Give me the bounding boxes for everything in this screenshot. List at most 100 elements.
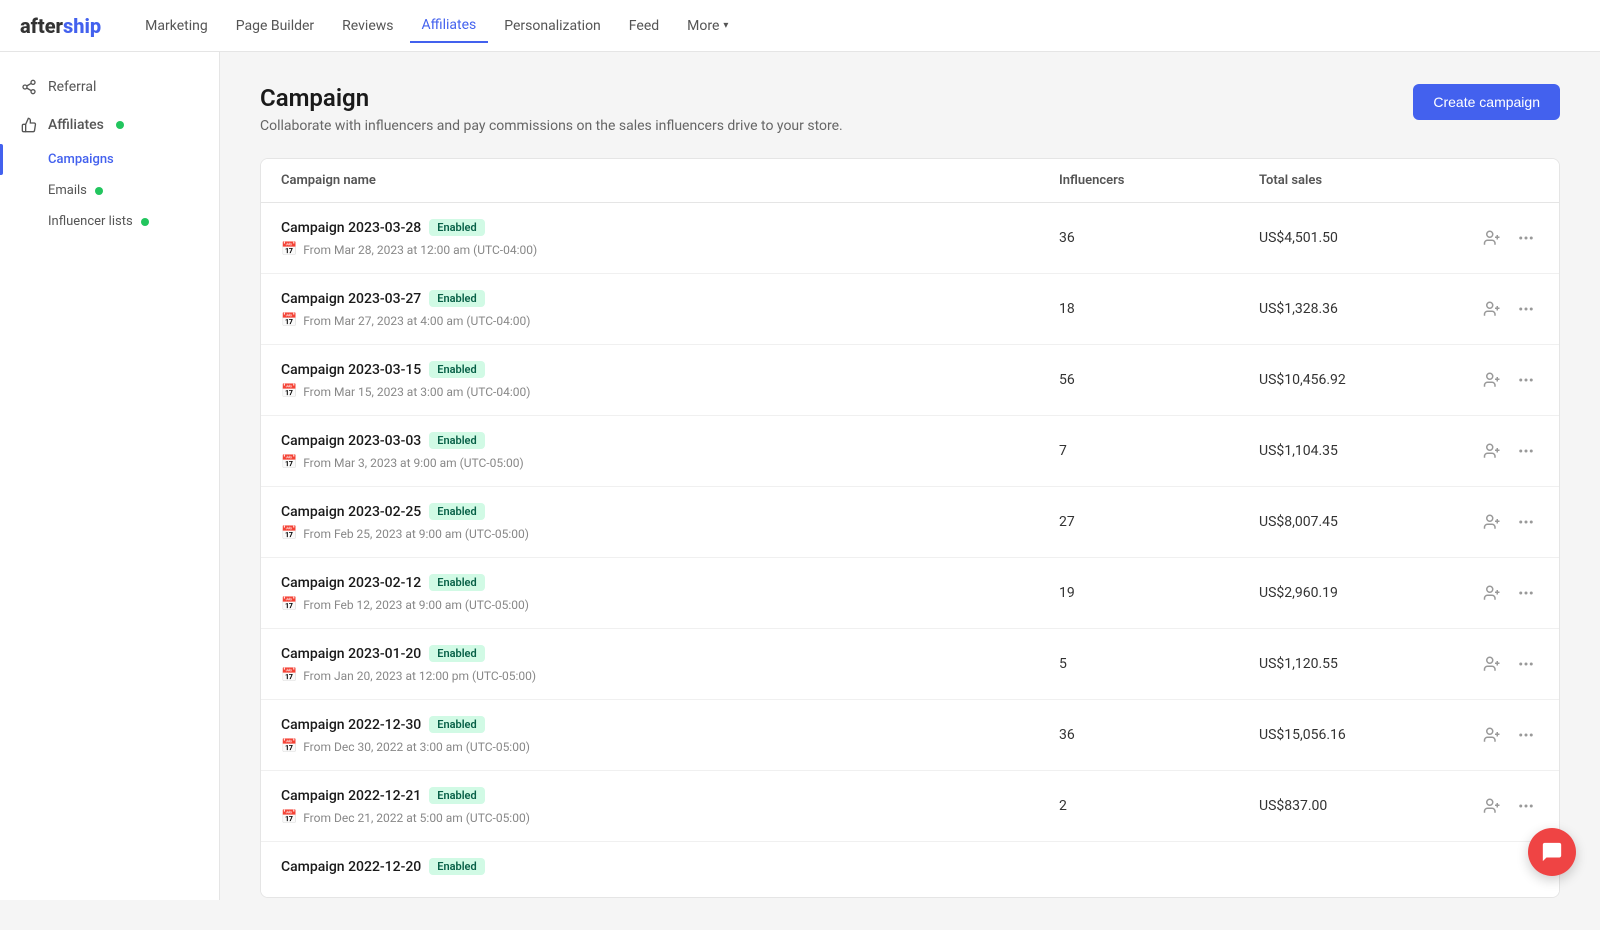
campaign-cell: Campaign 2023-03-15 Enabled 📅 From Mar 1… — [281, 361, 1059, 399]
campaign-cell: Campaign 2023-03-27 Enabled 📅 From Mar 2… — [281, 290, 1059, 328]
more-actions-button[interactable] — [1513, 438, 1539, 464]
more-dots-icon — [1517, 726, 1535, 744]
campaign-date: 📅 From Dec 30, 2022 at 3:00 am (UTC-05:0… — [281, 739, 1059, 754]
nav-affiliates[interactable]: Affiliates — [410, 9, 489, 43]
sidebar-item-affiliates[interactable]: Affiliates — [0, 106, 219, 144]
total-sales: US$4,501.50 — [1259, 230, 1459, 246]
sidebar: Referral Affiliates Campaigns Emails Inf… — [0, 52, 220, 900]
page-header: Campaign Collaborate with influencers an… — [260, 84, 1560, 134]
col-total-sales: Total sales — [1259, 173, 1459, 188]
calendar-icon: 📅 — [281, 313, 297, 328]
nav-feed[interactable]: Feed — [617, 10, 671, 42]
status-badge: Enabled — [429, 361, 484, 378]
add-influencer-button[interactable] — [1479, 509, 1505, 535]
calendar-icon: 📅 — [281, 597, 297, 612]
person-add-icon — [1483, 442, 1501, 460]
status-badge: Enabled — [429, 645, 484, 662]
sidebar-item-referral[interactable]: Referral — [0, 68, 219, 106]
row-actions — [1459, 580, 1539, 606]
total-sales: US$1,328.36 — [1259, 301, 1459, 317]
chat-bubble-button[interactable] — [1528, 828, 1576, 876]
add-influencer-button[interactable] — [1479, 438, 1505, 464]
nav-more[interactable]: More ▾ — [675, 10, 740, 42]
nav-reviews[interactable]: Reviews — [330, 10, 405, 42]
campaign-date: 📅 From Feb 12, 2023 at 9:00 am (UTC-05:0… — [281, 597, 1059, 612]
row-actions — [1459, 793, 1539, 819]
sidebar-subitems: Campaigns Emails Influencer lists — [0, 144, 219, 237]
more-dots-icon — [1517, 584, 1535, 602]
campaign-date: 📅 From Dec 21, 2022 at 5:00 am (UTC-05:0… — [281, 810, 1059, 825]
campaign-name: Campaign 2023-02-25 Enabled — [281, 503, 1059, 520]
more-actions-button[interactable] — [1513, 651, 1539, 677]
sidebar-item-campaigns[interactable]: Campaigns — [0, 144, 219, 175]
add-influencer-button[interactable] — [1479, 367, 1505, 393]
campaign-date: 📅 From Mar 27, 2023 at 4:00 am (UTC-04:0… — [281, 313, 1059, 328]
total-sales: US$1,120.55 — [1259, 656, 1459, 672]
influencers-count: 36 — [1059, 727, 1259, 743]
more-actions-button[interactable] — [1513, 580, 1539, 606]
influencer-lists-dot-badge — [141, 218, 149, 226]
person-add-icon — [1483, 726, 1501, 744]
add-influencer-button[interactable] — [1479, 296, 1505, 322]
more-actions-button[interactable] — [1513, 296, 1539, 322]
chat-icon — [1541, 841, 1563, 863]
share-icon — [20, 78, 38, 96]
add-influencer-button[interactable] — [1479, 225, 1505, 251]
person-add-icon — [1483, 797, 1501, 815]
more-actions-button[interactable] — [1513, 793, 1539, 819]
add-influencer-button[interactable] — [1479, 793, 1505, 819]
more-actions-button[interactable] — [1513, 722, 1539, 748]
nav-marketing[interactable]: Marketing — [133, 10, 220, 42]
more-dots-icon — [1517, 442, 1535, 460]
calendar-icon: 📅 — [281, 810, 297, 825]
sidebar-item-emails[interactable]: Emails — [0, 175, 219, 206]
table-row: Campaign 2023-01-20 Enabled 📅 From Jan 2… — [261, 629, 1559, 700]
influencers-count: 36 — [1059, 230, 1259, 246]
campaign-name: Campaign 2023-03-03 Enabled — [281, 432, 1059, 449]
col-campaign-name: Campaign name — [281, 173, 1059, 188]
table-row: Campaign 2022-12-20 Enabled — [261, 842, 1559, 897]
table-row: Campaign 2022-12-21 Enabled 📅 From Dec 2… — [261, 771, 1559, 842]
add-influencer-button[interactable] — [1479, 580, 1505, 606]
campaign-cell: Campaign 2023-03-28 Enabled 📅 From Mar 2… — [281, 219, 1059, 257]
influencers-count: 27 — [1059, 514, 1259, 530]
total-sales: US$15,056.16 — [1259, 727, 1459, 743]
more-actions-button[interactable] — [1513, 225, 1539, 251]
more-actions-button[interactable] — [1513, 367, 1539, 393]
campaign-name: Campaign 2022-12-21 Enabled — [281, 787, 1059, 804]
emails-dot-badge — [95, 187, 103, 195]
top-navigation: aftership Marketing Page Builder Reviews… — [0, 0, 1600, 52]
page-header-text: Campaign Collaborate with influencers an… — [260, 84, 843, 134]
more-dots-icon — [1517, 655, 1535, 673]
logo[interactable]: aftership — [20, 14, 101, 38]
calendar-icon: 📅 — [281, 739, 297, 754]
more-dots-icon — [1517, 300, 1535, 318]
sidebar-affiliates-label: Affiliates — [48, 117, 104, 133]
campaign-cell: Campaign 2022-12-21 Enabled 📅 From Dec 2… — [281, 787, 1059, 825]
campaign-name: Campaign 2023-03-27 Enabled — [281, 290, 1059, 307]
total-sales: US$1,104.35 — [1259, 443, 1459, 459]
add-influencer-button[interactable] — [1479, 651, 1505, 677]
campaign-name: Campaign 2023-01-20 Enabled — [281, 645, 1059, 662]
influencers-count: 5 — [1059, 656, 1259, 672]
create-campaign-button[interactable]: Create campaign — [1413, 84, 1560, 120]
status-badge: Enabled — [429, 716, 484, 733]
row-actions — [1459, 651, 1539, 677]
table-row: Campaign 2023-03-15 Enabled 📅 From Mar 1… — [261, 345, 1559, 416]
campaign-name: Campaign 2023-03-28 Enabled — [281, 219, 1059, 236]
person-add-icon — [1483, 584, 1501, 602]
sidebar-item-influencer-lists[interactable]: Influencer lists — [0, 206, 219, 237]
calendar-icon: 📅 — [281, 384, 297, 399]
col-actions — [1459, 173, 1539, 188]
nav-personalization[interactable]: Personalization — [492, 10, 613, 42]
logo-text: aftership — [20, 14, 101, 38]
row-actions — [1459, 722, 1539, 748]
total-sales: US$2,960.19 — [1259, 585, 1459, 601]
more-actions-button[interactable] — [1513, 509, 1539, 535]
calendar-icon: 📅 — [281, 242, 297, 257]
table-row: Campaign 2023-02-12 Enabled 📅 From Feb 1… — [261, 558, 1559, 629]
add-influencer-button[interactable] — [1479, 722, 1505, 748]
more-dots-icon — [1517, 371, 1535, 389]
row-actions — [1459, 438, 1539, 464]
nav-page-builder[interactable]: Page Builder — [224, 10, 326, 42]
